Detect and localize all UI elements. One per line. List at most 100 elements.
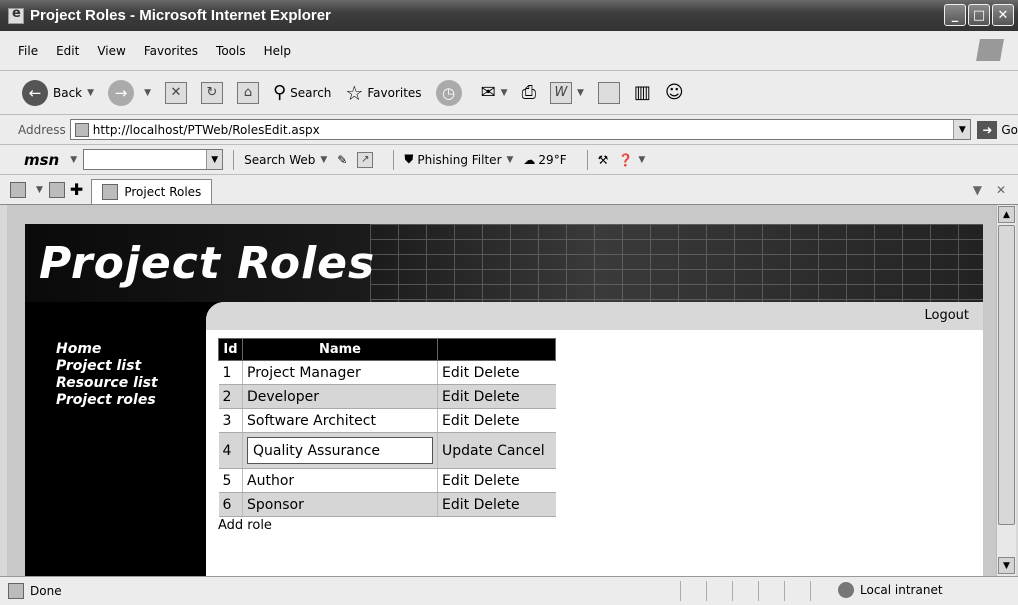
tools-icon: ⚒ xyxy=(597,152,609,167)
highlight-button[interactable]: ✎ xyxy=(337,153,347,167)
delete-link[interactable]: Delete xyxy=(474,389,520,405)
msn-logo[interactable]: msn xyxy=(24,151,59,169)
tab-bar-controls: ▼ ✕ xyxy=(973,183,1006,197)
word-button[interactable]: W ▼ xyxy=(549,81,584,104)
close-tab-icon[interactable]: ✕ xyxy=(996,183,1006,197)
messenger-button[interactable]: ☺ xyxy=(665,82,684,103)
discuss-icon xyxy=(597,81,620,104)
nav-home[interactable]: Home xyxy=(56,341,158,358)
delete-link[interactable]: Delete xyxy=(474,497,520,513)
delete-link[interactable]: Delete xyxy=(474,413,520,429)
popup-blocker-button[interactable]: ↗ xyxy=(357,151,374,168)
menu-tools[interactable]: Tools xyxy=(216,44,246,58)
add-role-link[interactable]: Add role xyxy=(218,518,272,533)
stop-button[interactable]: ✕ xyxy=(164,81,187,104)
quick-tabs-icon[interactable] xyxy=(10,181,26,198)
chevron-down-icon[interactable]: ▼ xyxy=(501,88,508,98)
chevron-down-icon[interactable]: ▼ xyxy=(87,88,94,98)
search-label: Search xyxy=(290,85,332,100)
mail-icon: ✉ xyxy=(480,82,496,103)
refresh-button[interactable]: ↻ xyxy=(200,81,223,104)
tools-button[interactable]: ⚒ xyxy=(598,153,609,167)
scroll-thumb[interactable] xyxy=(998,225,1015,525)
stop-icon: ✕ xyxy=(164,81,187,104)
back-button[interactable]: ← Back ▼ xyxy=(22,79,94,106)
menu-help[interactable]: Help xyxy=(264,44,291,58)
chevron-down-icon[interactable]: ▼ xyxy=(507,155,514,165)
chevron-down-icon[interactable]: ▼ xyxy=(973,183,982,197)
nav-resource-list[interactable]: Resource list xyxy=(56,375,158,392)
chevron-down-icon[interactable]: ▼ xyxy=(144,88,151,98)
row-name: Project Manager xyxy=(242,360,438,385)
edit-link[interactable]: Edit xyxy=(442,365,469,381)
favorites-add-icon[interactable]: ✚ xyxy=(70,180,83,199)
security-zone[interactable]: Local intranet xyxy=(838,582,943,598)
role-name-input[interactable] xyxy=(247,437,433,464)
row-name-cell xyxy=(242,432,438,469)
menu-bar: File Edit View Favorites Tools Help xyxy=(0,31,1018,71)
divider xyxy=(393,149,395,170)
address-input[interactable]: http://localhost/PTWeb/RolesEdit.aspx ▼ xyxy=(69,119,972,140)
edit-link[interactable]: Edit xyxy=(442,389,469,405)
home-icon: ⌂ xyxy=(236,81,259,104)
chevron-down-icon[interactable]: ▼ xyxy=(320,155,327,165)
row-actions: Edit Delete xyxy=(437,408,556,433)
history-button[interactable]: ◷ xyxy=(435,79,467,106)
minimize-button[interactable]: _ xyxy=(944,4,966,26)
tab-list-icon[interactable] xyxy=(48,181,65,198)
delete-link[interactable]: Delete xyxy=(474,365,520,381)
row-name: Software Architect xyxy=(242,408,438,433)
menu-file[interactable]: File xyxy=(18,44,38,58)
maximize-button[interactable]: □ xyxy=(968,4,990,26)
search-web-button[interactable]: Search Web ▼ xyxy=(244,153,327,167)
go-button[interactable]: ➜ Go xyxy=(977,120,1018,139)
chevron-down-icon[interactable]: ▼ xyxy=(206,150,223,169)
weather-button[interactable]: ☁ 29°F xyxy=(523,153,566,167)
menu-favorites[interactable]: Favorites xyxy=(144,44,198,58)
chevron-down-icon[interactable]: ▼ xyxy=(36,185,43,195)
delete-link[interactable]: Delete xyxy=(474,473,520,489)
mail-button[interactable]: ✉ ▼ xyxy=(481,82,508,103)
vertical-scrollbar[interactable]: ▲ ▼ xyxy=(996,205,1016,576)
logout-link[interactable]: Logout xyxy=(924,308,969,323)
chevron-down-icon[interactable]: ▼ xyxy=(953,120,971,139)
title-bar: Project Roles - Microsoft Internet Explo… xyxy=(0,0,1018,31)
window-title: Project Roles - Microsoft Internet Explo… xyxy=(30,7,331,24)
scroll-up-button[interactable]: ▲ xyxy=(998,206,1015,223)
menu-view[interactable]: View xyxy=(97,44,125,58)
table-row: 3 Software Architect Edit Delete xyxy=(218,408,556,433)
scroll-down-button[interactable]: ▼ xyxy=(998,557,1015,574)
tab-project-roles[interactable]: Project Roles xyxy=(91,179,213,204)
msn-search-input[interactable]: ▼ xyxy=(83,149,224,170)
edit-link[interactable]: Edit xyxy=(442,413,469,429)
forward-button[interactable]: → ▼ xyxy=(108,79,151,106)
chevron-down-icon[interactable]: ▼ xyxy=(70,155,77,165)
discuss-button[interactable] xyxy=(597,81,620,104)
home-button[interactable]: ⌂ xyxy=(236,81,259,104)
favorites-button[interactable]: ☆ Favorites xyxy=(345,81,421,105)
phishing-filter-button[interactable]: ⛊ Phishing Filter ▼ xyxy=(404,152,513,167)
window-controls: _ □ ✕ xyxy=(944,4,1014,26)
cancel-link[interactable]: Cancel xyxy=(497,443,544,459)
chevron-down-icon[interactable]: ▼ xyxy=(638,155,645,165)
menu-edit[interactable]: Edit xyxy=(56,44,79,58)
messenger-icon: ☺ xyxy=(664,82,684,103)
row-id: 5 xyxy=(218,468,243,493)
row-actions: Update Cancel xyxy=(437,432,556,469)
banner-grid xyxy=(370,224,983,302)
chevron-down-icon[interactable]: ▼ xyxy=(577,88,584,98)
nav-project-list[interactable]: Project list xyxy=(56,358,158,375)
update-link[interactable]: Update xyxy=(442,443,493,459)
edit-link[interactable]: Edit xyxy=(442,473,469,489)
ie-icon xyxy=(8,6,24,24)
print-button[interactable]: ⎙ xyxy=(522,82,536,103)
row-name: Author xyxy=(242,468,438,493)
row-name: Developer xyxy=(242,384,438,409)
search-button[interactable]: ⚲ Search xyxy=(273,82,331,103)
research-button[interactable]: ▥ xyxy=(634,82,651,103)
help-button[interactable]: ❓ ▼ xyxy=(618,153,645,167)
edit-link[interactable]: Edit xyxy=(442,497,469,513)
web-page: Project Roles Home Project list Resource… xyxy=(25,224,983,576)
close-button[interactable]: ✕ xyxy=(992,4,1014,26)
nav-project-roles[interactable]: Project roles xyxy=(56,392,158,409)
